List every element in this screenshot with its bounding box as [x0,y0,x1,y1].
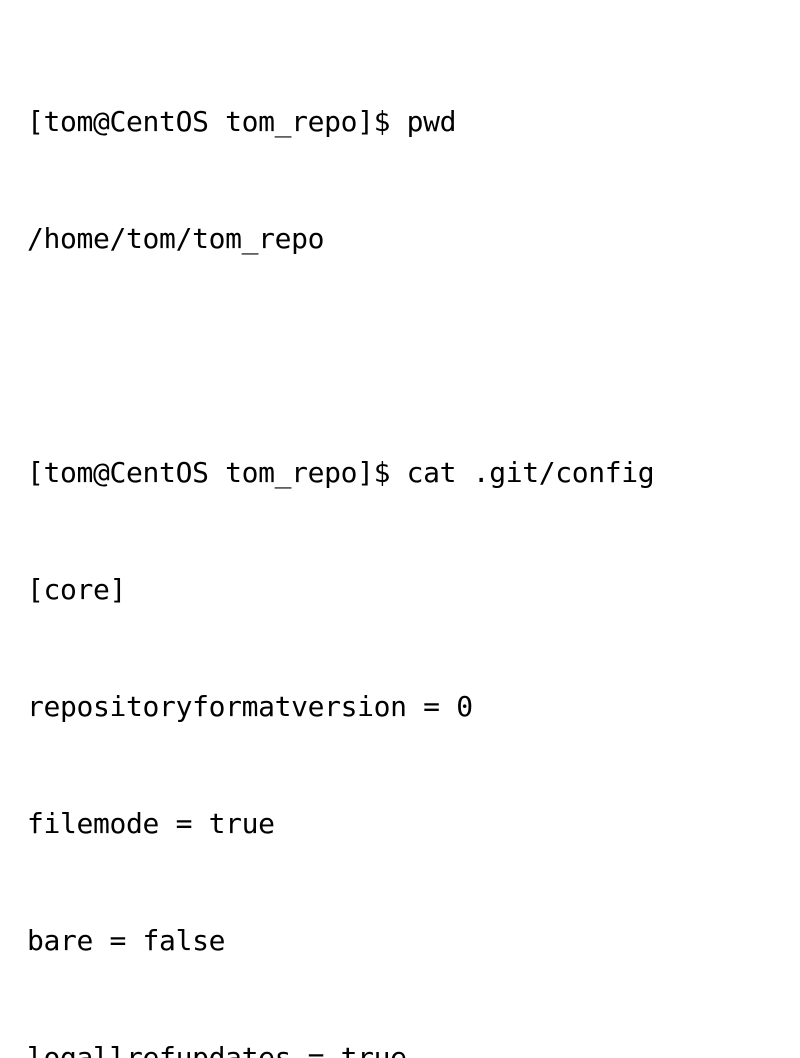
terminal-line: [tom@CentOS tom_repo]$ cat .git/config [27,456,655,489]
terminal-output-area[interactable]: [tom@CentOS tom_repo]$ pwd /home/tom/tom… [27,24,800,1058]
terminal-line: [core] [27,573,127,606]
terminal-window[interactable]: [tom@CentOS tom_repo]$ pwd /home/tom/tom… [0,0,800,1058]
terminal-line: /home/tom/tom_repo [27,222,325,255]
terminal-line: bare = false [27,924,226,957]
terminal-line: logallrefupdates = true [27,1041,407,1058]
terminal-line: repositoryformatversion = 0 [27,690,473,723]
terminal-line: [tom@CentOS tom_repo]$ pwd [27,105,457,138]
terminal-line: filemode = true [27,807,275,840]
